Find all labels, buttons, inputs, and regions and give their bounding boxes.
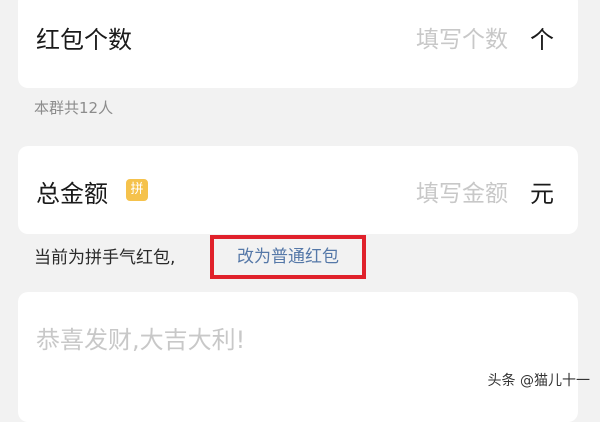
greeting-message-box[interactable]: 恭喜发财,大吉大利! [18, 292, 578, 422]
watermark: 头条 @猫儿十一 [487, 373, 590, 389]
total-amount-row[interactable]: 总金额 拼 填写金额 元 [18, 146, 578, 234]
greeting-input[interactable]: 恭喜发财,大吉大利! [36, 320, 245, 355]
lucky-packet-badge: 拼 [126, 179, 148, 201]
packet-count-unit: 个 [530, 26, 554, 54]
packet-count-input[interactable]: 填写个数 [416, 20, 508, 54]
packet-type-note: 当前为拼手气红包, [34, 248, 176, 268]
total-amount-unit: 元 [530, 180, 554, 208]
total-amount-input[interactable]: 填写金额 [416, 174, 508, 208]
packet-count-row[interactable]: 红包个数 填写个数 个 [18, 0, 578, 88]
packet-count-label: 红包个数 [36, 26, 132, 54]
switch-to-normal-packet-link[interactable]: 改为普通红包 [210, 235, 366, 279]
total-amount-label: 总金额 [36, 180, 108, 208]
group-member-note: 本群共12人 [34, 99, 114, 117]
